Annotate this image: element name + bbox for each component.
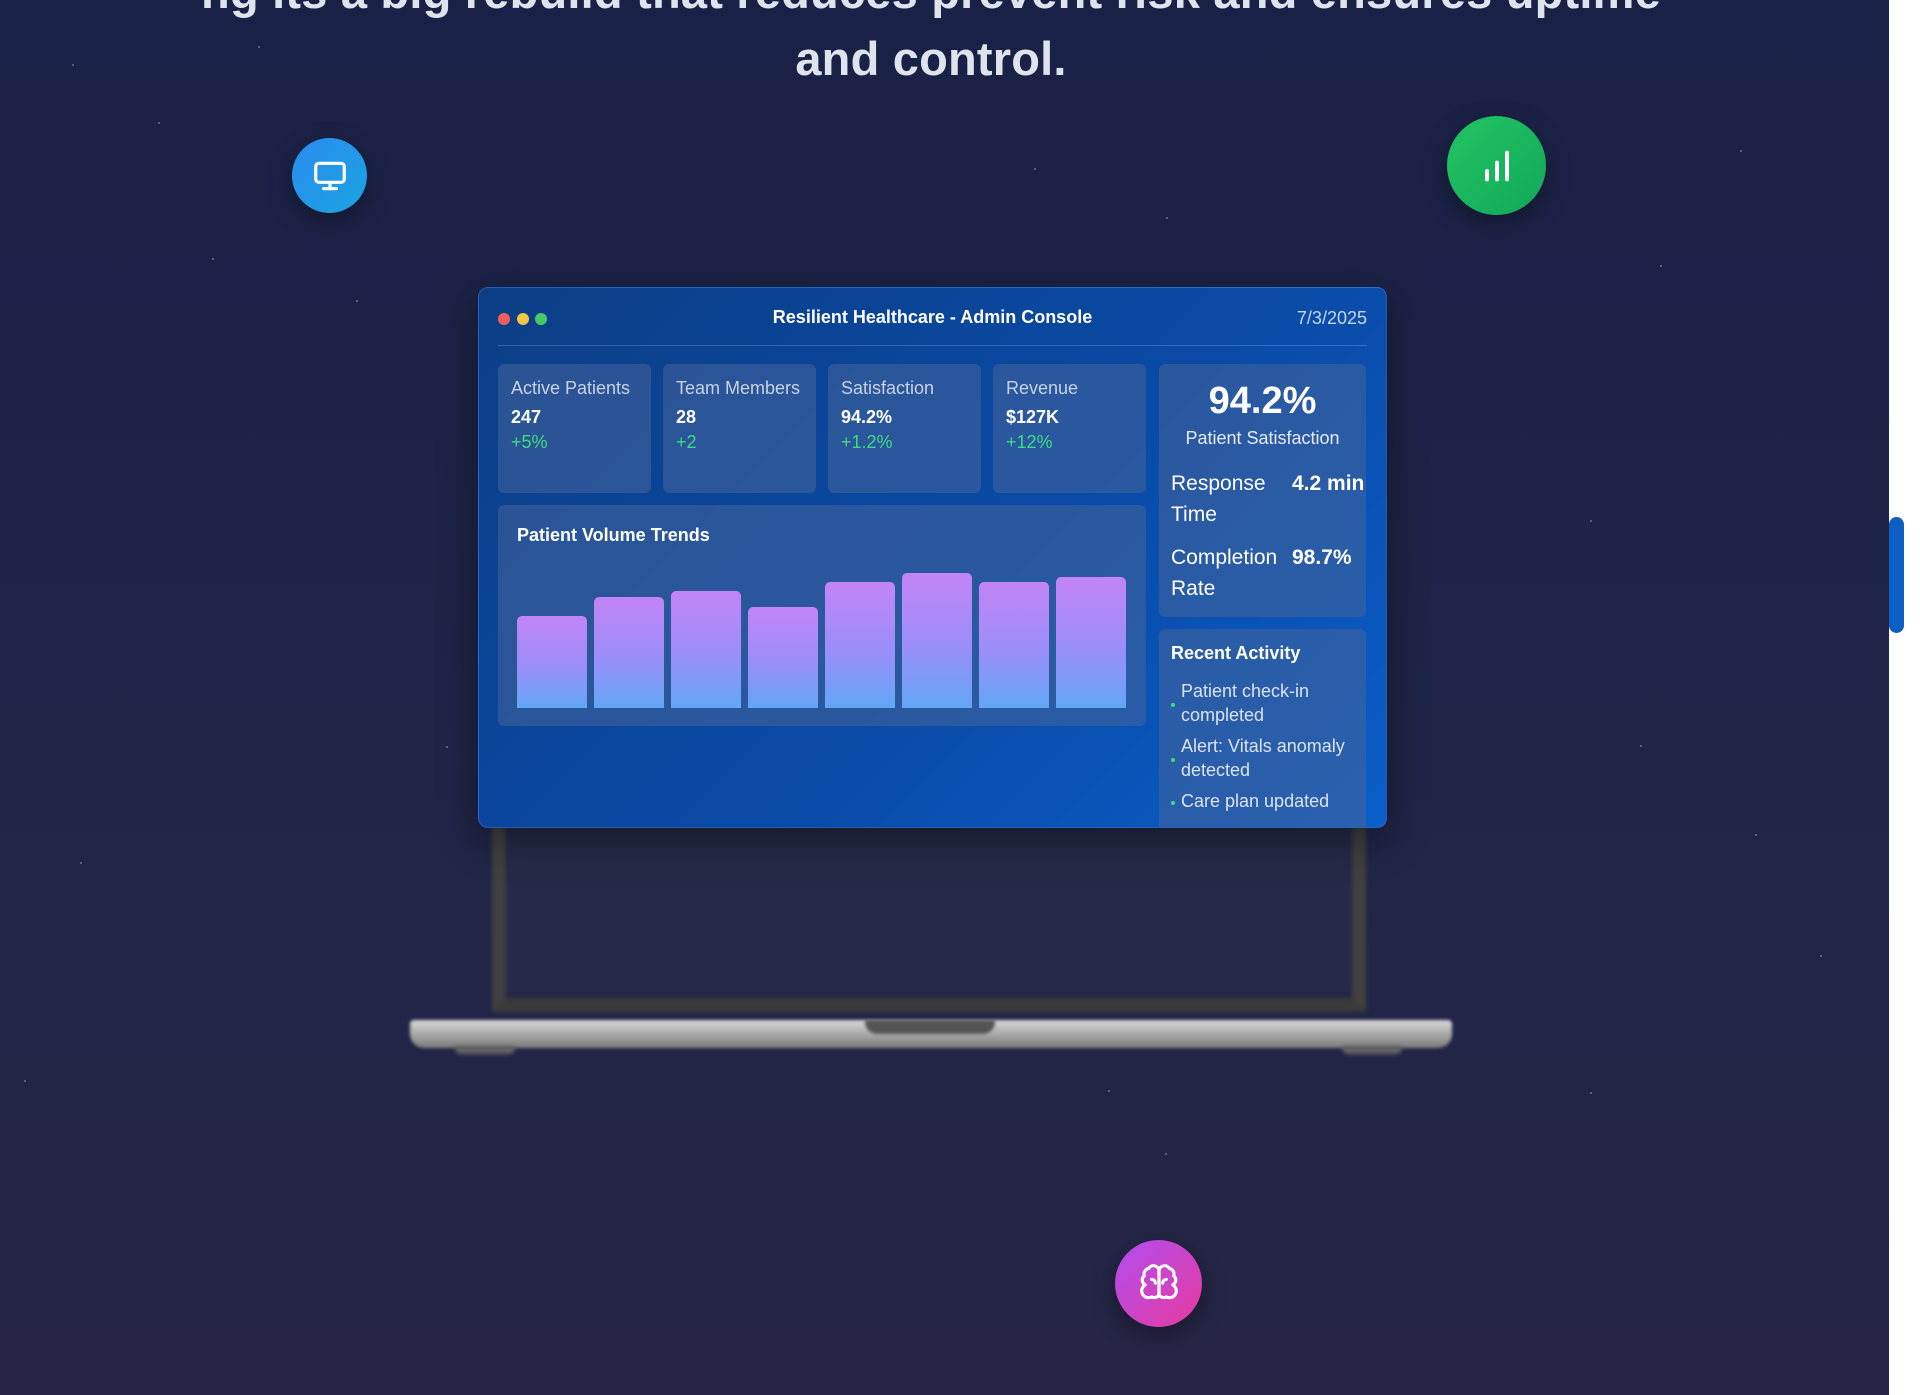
- chart-bar[interactable]: [979, 582, 1049, 708]
- monitor-icon: [292, 138, 367, 213]
- stat-change: +12%: [1006, 432, 1053, 452]
- stat-value: $127K: [1006, 407, 1060, 427]
- page-scrollbar-track[interactable]: [1889, 0, 1920, 1395]
- activity-item[interactable]: Alert: Vitals anomaly detected: [1171, 734, 1361, 782]
- window-date: 7/3/2025: [1296, 308, 1367, 328]
- chart-bars: [498, 505, 1146, 726]
- stat-card-satisfaction[interactable]: Satisfaction 94.2% +1.2%: [828, 364, 981, 493]
- stat-card-team-members[interactable]: Team Members 28 +2: [663, 364, 816, 493]
- stat-label: Satisfaction: [841, 378, 935, 398]
- activity-text: Alert: Vitals anomaly detected: [1181, 736, 1345, 780]
- stat-change: +1.2%: [841, 432, 893, 452]
- chart-bar[interactable]: [594, 597, 664, 708]
- activity-text: Care plan updated: [1181, 791, 1330, 811]
- activity-list: Patient check-in completed Alert: Vitals…: [1171, 679, 1361, 820]
- window-title: Resilient Healthcare - Admin Console: [772, 307, 1093, 327]
- status-dot: [1171, 703, 1175, 707]
- kpi-row-value: 4.2 min: [1292, 472, 1365, 495]
- kpi-big-value: 94.2%: [1208, 380, 1317, 422]
- kpi-card: 94.2% Patient Satisfaction Response Time…: [1159, 364, 1366, 617]
- laptop-foot-right: [1342, 1046, 1402, 1054]
- chart-bar[interactable]: [748, 607, 818, 708]
- patient-volume-chart: Patient Volume Trends: [498, 505, 1146, 726]
- admin-console-window: Resilient Healthcare - Admin Console 7/3…: [478, 287, 1387, 828]
- brain-icon: [1115, 1240, 1202, 1327]
- laptop-bezel: [492, 800, 1366, 1012]
- stat-card-revenue[interactable]: Revenue $127K +12%: [993, 364, 1146, 493]
- bar-chart-icon: [1447, 116, 1546, 215]
- recent-activity-card: Recent Activity Patient check-in complet…: [1159, 629, 1366, 827]
- chart-bar[interactable]: [671, 591, 741, 708]
- stat-change: +2: [676, 432, 697, 452]
- chart-bar[interactable]: [902, 573, 972, 708]
- window-titlebar: Resilient Healthcare - Admin Console 7/3…: [498, 288, 1367, 346]
- stat-label: Team Members: [676, 378, 801, 398]
- kpi-row-label: Response Time: [1171, 472, 1266, 526]
- laptop-foot-left: [455, 1046, 515, 1054]
- hero-heading-line-1: ng its a big rebuild that reduces preven…: [0, 0, 1862, 25]
- chart-bar[interactable]: [825, 582, 895, 708]
- activity-item[interactable]: Care plan updated: [1171, 789, 1361, 813]
- status-dot: [1171, 758, 1175, 762]
- stat-change: +5%: [511, 432, 548, 452]
- activity-title: Recent Activity: [1171, 643, 1301, 663]
- kpi-big-label: Patient Satisfaction: [1185, 428, 1340, 448]
- stat-value: 94.2%: [841, 407, 893, 427]
- chart-bar[interactable]: [517, 616, 587, 708]
- page-scrollbar-thumb[interactable]: [1889, 517, 1904, 633]
- stat-label: Revenue: [1006, 378, 1079, 398]
- hero-heading: ng its a big rebuild that reduces preven…: [0, 0, 1862, 92]
- activity-item[interactable]: Patient check-in completed: [1171, 679, 1361, 727]
- status-dot: [1171, 801, 1175, 805]
- stat-value: 28: [676, 407, 697, 427]
- stat-card-active-patients[interactable]: Active Patients 247 +5%: [498, 364, 651, 493]
- kpi-row-label: Completion Rate: [1171, 546, 1278, 600]
- laptop-notch: [865, 1020, 995, 1034]
- activity-text: Patient check-in completed: [1181, 681, 1310, 725]
- stat-label: Active Patients: [511, 378, 631, 398]
- chart-bar[interactable]: [1056, 577, 1126, 708]
- kpi-row-value: 98.7%: [1292, 546, 1352, 569]
- stat-value: 247: [511, 407, 542, 427]
- hero-heading-line-2: and control.: [795, 32, 1067, 85]
